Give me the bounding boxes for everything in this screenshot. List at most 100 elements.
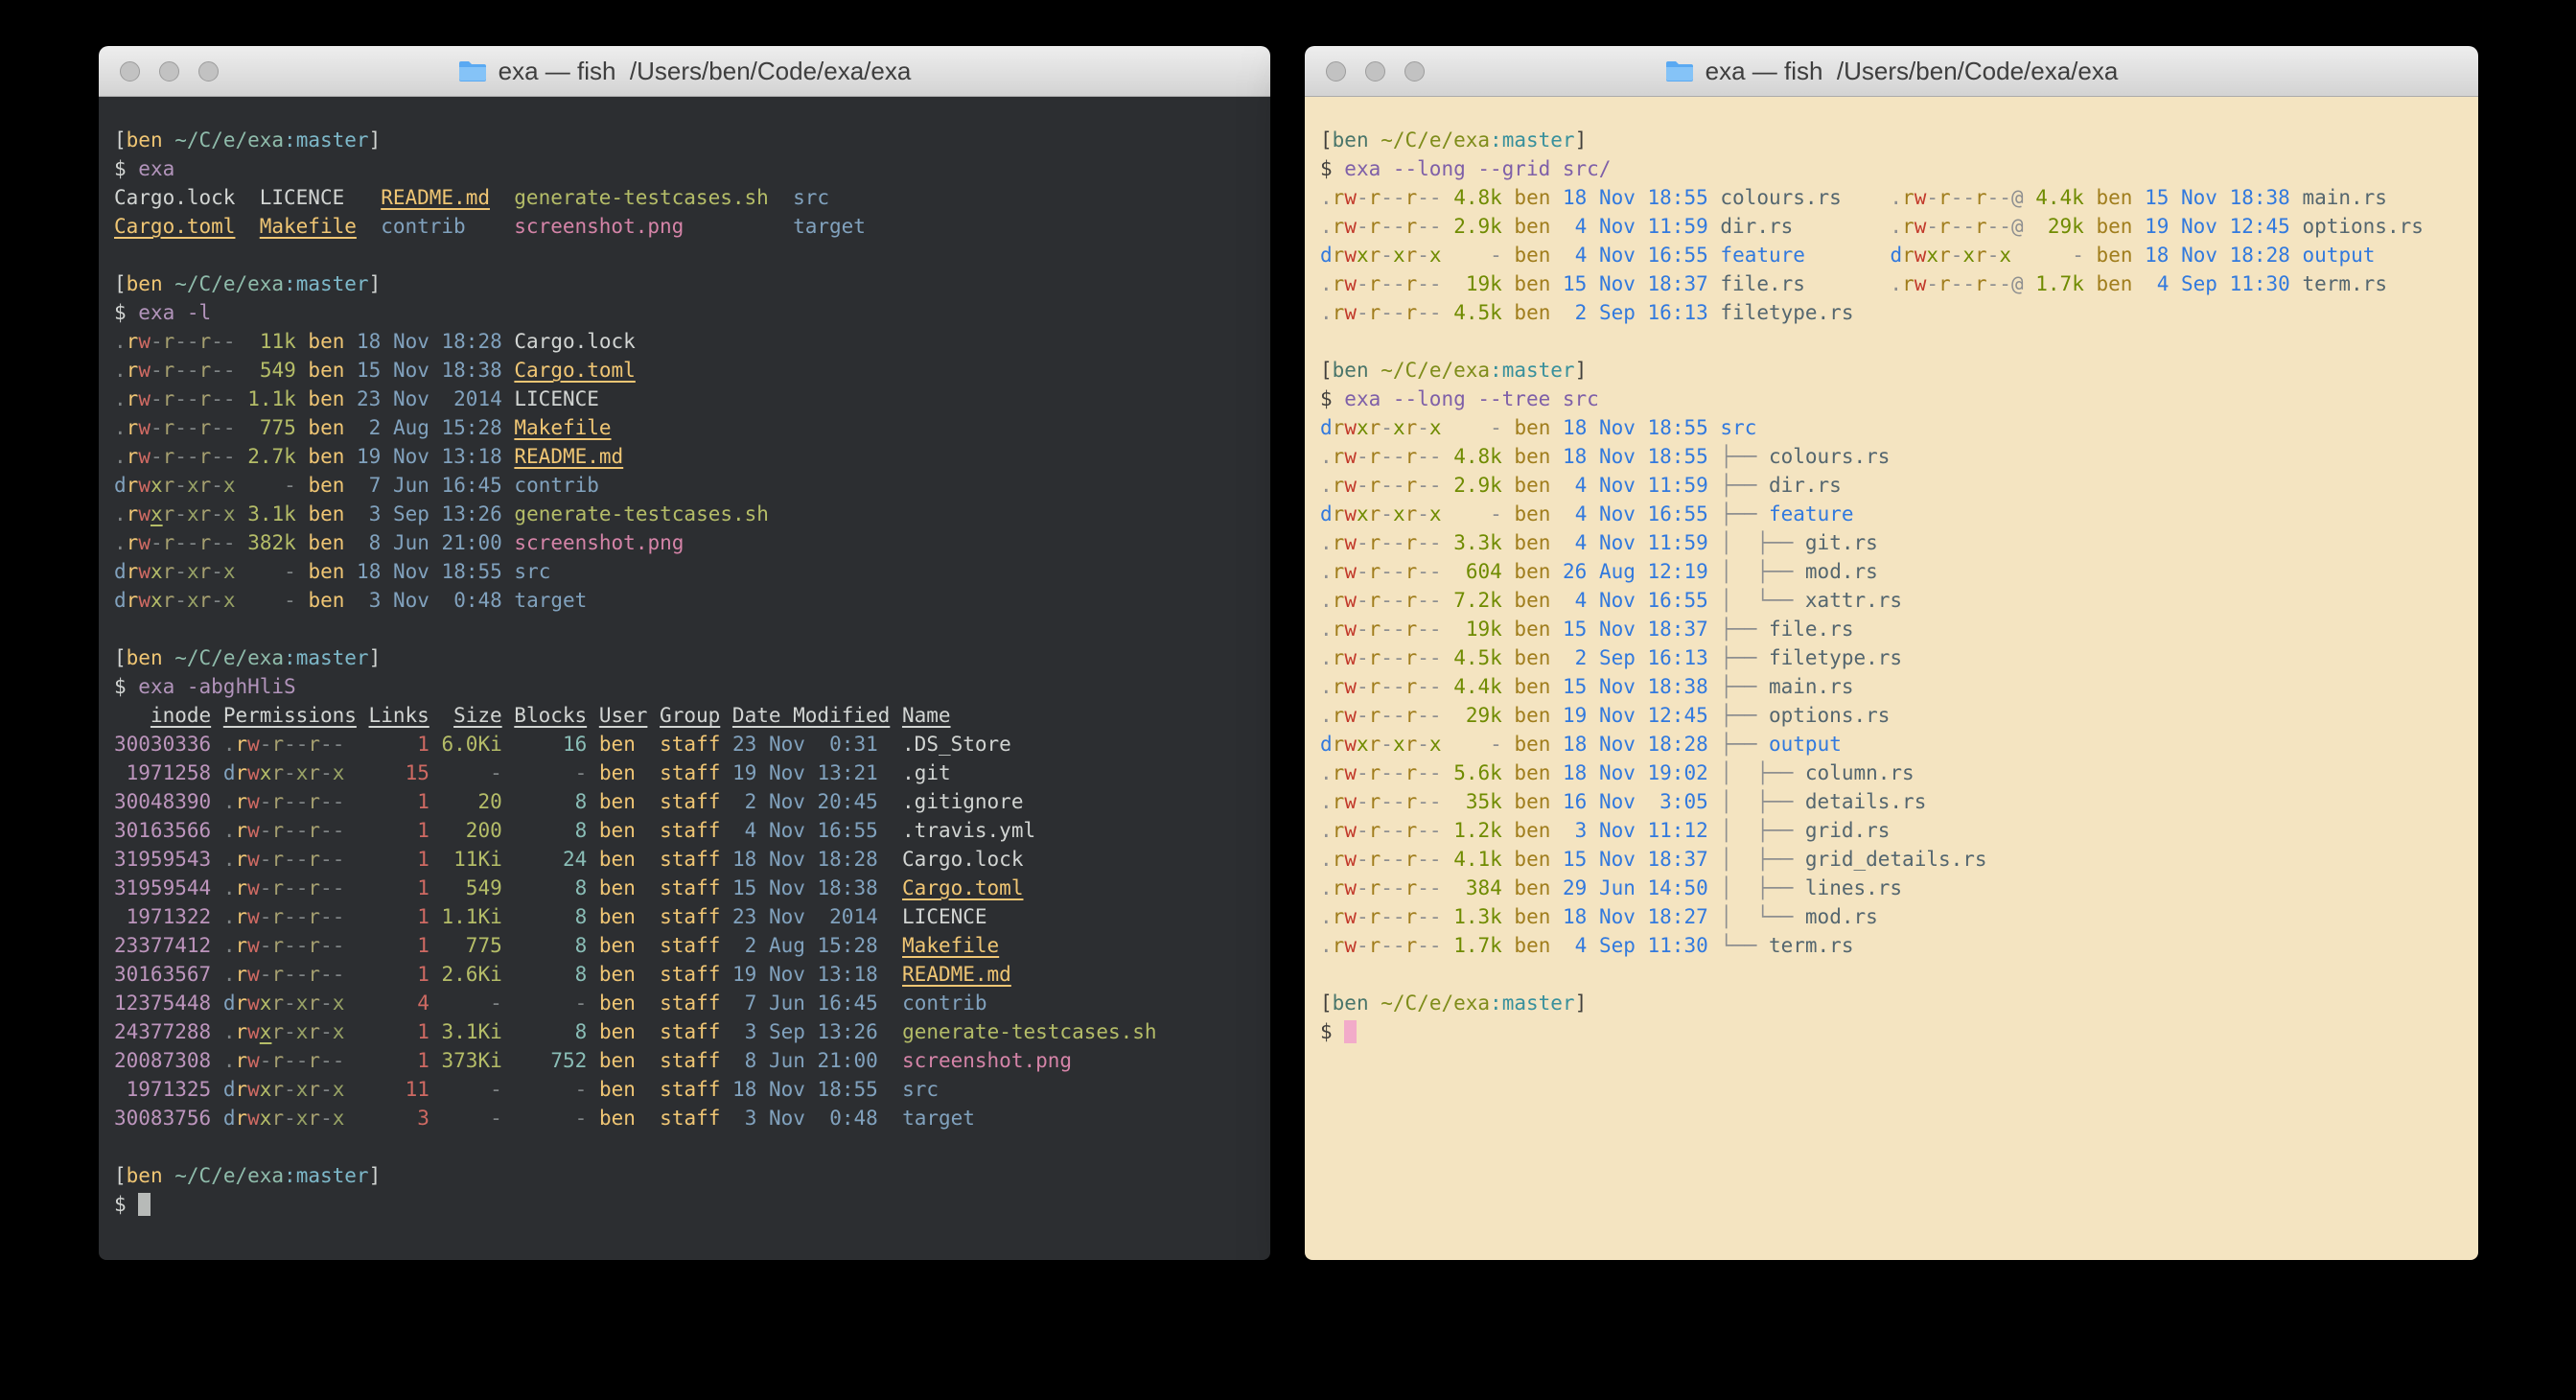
terminal-text-segment: 29 Jun 14:50 [1563,876,1708,899]
terminal-text-segment: r [1902,272,1915,295]
terminal-text-segment [878,733,902,756]
terminal-text-segment: 4 Nov 11:59 [1563,215,1708,238]
terminal-text-segment: │ ├── [1720,560,1805,583]
close-button[interactable] [120,61,140,82]
terminal-line: Cargo.lock LICENCE README.md generate-te… [114,183,1255,212]
terminal-line: .rw-r--r-- 1.1k ben 23 Nov 2014 LICENCE [114,385,1255,413]
terminal-text-segment: -- [1951,272,1975,295]
terminal-text-segment: 1 [369,963,429,986]
terminal-text-segment [878,790,902,813]
terminal-text-segment [357,704,369,727]
terminal-text-segment: r [1369,704,1381,727]
terminal-text-segment: - [284,992,296,1015]
terminal-text-segment: - [442,761,502,784]
terminal-text-segment [1550,301,1563,324]
terminal-text-segment: r [235,963,247,986]
terminal-text-segment: -- [320,963,344,986]
terminal-content-dark[interactable]: [ben ~/C/e/exa:master]$ exaCargo.lock LI… [99,97,1270,1260]
titlebar[interactable]: exa — fish /Users/ben/Code/exa/exa [99,46,1270,97]
terminal-text-segment: - [1357,531,1369,554]
terminal-text-segment: -- [1417,704,1441,727]
terminal-text-segment: -- [1951,215,1975,238]
titlebar[interactable]: exa — fish /Users/ben/Code/exa/exa [1305,46,2478,97]
terminal-text-segment: w [1344,790,1357,813]
terminal-text-segment [1708,301,1721,324]
minimize-button[interactable] [159,61,179,82]
terminal-text-segment [1369,359,1381,382]
terminal-text-segment: │ ├── [1720,761,1805,784]
terminal-text-segment: -- [1381,675,1404,698]
terminal-text-segment: ~/C/e/exa [174,1164,284,1187]
terminal-text-segment [236,359,260,382]
terminal-text-segment: w [247,733,260,756]
terminal-line: .rw-r--r-- 4.5k ben 2 Sep 16:13 ├── file… [1320,643,2463,672]
terminal-text-segment [878,1078,902,1101]
terminal-text-segment: 1.7k [2035,272,2084,295]
terminal-text-segment: - [1357,848,1369,871]
terminal-text-segment: - [1357,445,1369,468]
terminal-text-segment: . [223,963,236,986]
terminal-text-segment [1550,502,1563,525]
terminal-text-segment: r [1405,790,1418,813]
terminal-line: drwxr-xr-x - ben 7 Jun 16:45 contrib [114,471,1255,500]
terminal-text-segment: r [271,934,284,957]
terminal-text-segment: r [1938,215,1951,238]
terminal-line: $ exa -abghHliS [114,672,1255,701]
terminal-text-segment: 5.6k [1453,761,1502,784]
terminal-text-segment [1550,704,1563,727]
terminal-text-segment: README.md [902,963,1011,986]
zoom-button[interactable] [1404,61,1425,82]
terminal-text-segment [1842,186,1891,209]
terminal-text-segment [1442,589,1454,612]
terminal-text-segment: x [296,1107,309,1130]
terminal-text-segment: │ ├── [1720,848,1805,871]
terminal-text-segment [502,905,515,928]
terminal-text-segment: w [247,934,260,957]
terminal-text-segment: -- [1381,704,1404,727]
terminal-text-segment: w [247,1020,260,1043]
terminal-text-segment [211,876,223,899]
terminal-text-segment [502,704,515,727]
terminal-text-segment: -- [320,934,344,957]
terminal-text-segment: r [271,819,284,842]
terminal-text-segment: r [1369,416,1381,439]
terminal-line: 24377288 .rwxr-xr-x 1 3.1Ki 8 ben staff … [114,1017,1255,1046]
terminal-text-segment: r [235,1078,247,1101]
terminal-text-segment: w [138,531,151,554]
terminal-text-segment: r [271,790,284,813]
terminal-text-segment: src [1720,416,1756,439]
terminal-text-segment [720,934,732,957]
terminal-text-segment: $ [114,301,138,324]
terminal-line: drwxr-xr-x - ben 18 Nov 18:28 ├── output [1320,730,2463,758]
terminal-content-light[interactable]: [ben ~/C/e/exa:master]$ exa --long --gri… [1305,97,2478,1260]
terminal-text-segment: generate-testcases.sh [514,186,769,209]
terminal-text-segment: - [320,1107,333,1130]
terminal-text-segment: 15 Nov 18:37 [1563,618,1708,641]
terminal-text-segment: w [1344,733,1357,756]
minimize-button[interactable] [1365,61,1385,82]
terminal-text-segment [1502,502,1515,525]
terminal-text-segment: feature [1769,502,1854,525]
terminal-text-segment: grid_details.rs [1805,848,1987,871]
terminal-text-segment [1550,761,1563,784]
terminal-text-segment [636,963,660,986]
terminal-text-segment: 1.3k [1453,905,1502,928]
terminal-text-segment: lines.rs [1805,876,1902,899]
terminal-text-segment: . [114,387,127,410]
terminal-text-segment: - [284,761,296,784]
terminal-text-segment: w [1344,272,1357,295]
terminal-text-segment [1550,646,1563,669]
terminal-text-segment: r [271,1107,284,1130]
terminal-text-segment: x [260,761,272,784]
terminal-text-segment: - [1381,416,1393,439]
terminal-text-segment: w [138,387,151,410]
terminal-text-segment [236,416,260,439]
terminal-line: 1971322 .rw-r--r-- 1 1.1Ki 8 ben staff 2… [114,902,1255,931]
terminal-text-segment: 3 Nov 0:48 [732,1107,878,1130]
close-button[interactable] [1326,61,1346,82]
terminal-text-segment: @ [2011,215,2024,238]
terminal-text-segment [296,560,309,583]
zoom-button[interactable] [198,61,219,82]
terminal-text-segment: r [1333,244,1345,267]
terminal-text-segment: 30163567 [114,963,211,986]
